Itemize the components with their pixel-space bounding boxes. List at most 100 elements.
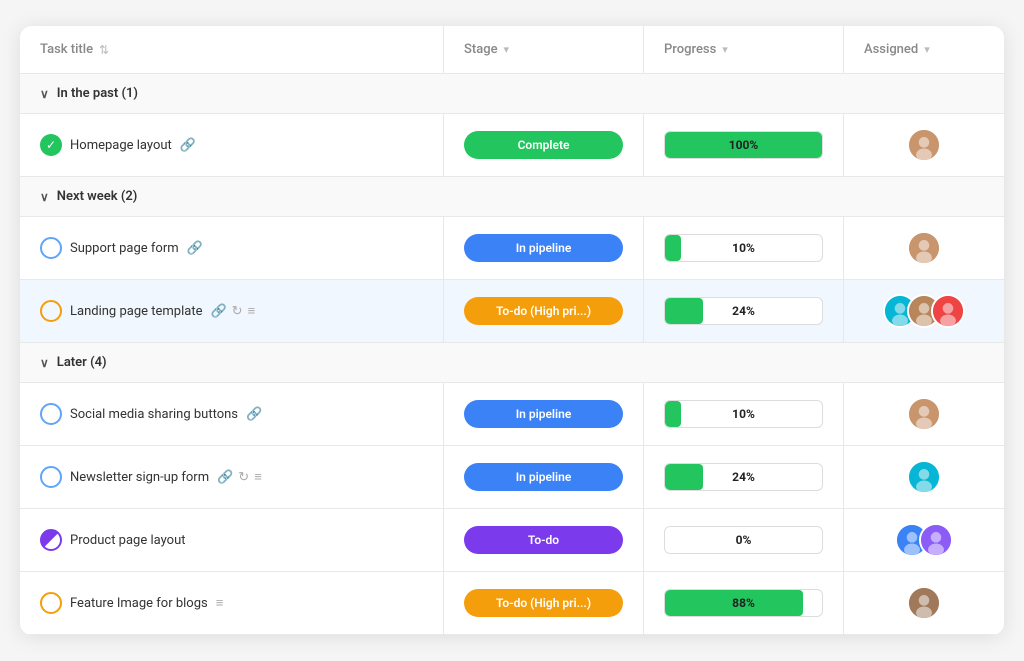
task-title[interactable]: Product page layout	[70, 533, 186, 548]
stage-badge[interactable]: In pipeline	[464, 400, 623, 428]
stage-badge[interactable]: Complete	[464, 131, 623, 159]
link-icon: 🔗	[210, 304, 226, 319]
group-header-later[interactable]: ∨ Later (4)	[20, 343, 1004, 383]
task-status-icon	[40, 237, 62, 259]
avatar	[907, 231, 941, 265]
task-meta-icons: 🔗↻≡	[217, 469, 262, 485]
task-meta-icons: 🔗 ↻ ≡	[210, 303, 255, 319]
task-assigned-cell	[844, 217, 1004, 279]
task-title[interactable]: Newsletter sign-up form	[70, 470, 209, 485]
table-header: Task title ⇅ Stage ▾ Progress ▾ Assigned…	[20, 26, 1004, 74]
task-stage-cell: In pipeline	[444, 383, 644, 445]
refresh-icon: ↻	[238, 470, 249, 485]
task-status-icon	[40, 403, 62, 425]
stage-badge[interactable]: To-do	[464, 526, 623, 554]
task-title-cell: Feature Image for blogs ≡	[20, 572, 444, 634]
group-header-past[interactable]: ∨ In the past (1)	[20, 74, 1004, 114]
col-progress-label: Progress	[664, 42, 716, 57]
progress-bar-track: 100%	[664, 131, 823, 159]
sort-icon: ⇅	[99, 43, 109, 57]
task-title[interactable]: Homepage layout	[70, 138, 172, 153]
progress-dropdown-icon: ▾	[722, 43, 728, 56]
progress-label: 88%	[732, 596, 755, 610]
task-title[interactable]: Social media sharing buttons	[70, 407, 238, 422]
progress-label: 10%	[732, 407, 755, 421]
col-assigned[interactable]: Assigned ▾	[844, 26, 1004, 73]
task-assigned-cell	[844, 114, 1004, 176]
task-title[interactable]: Feature Image for blogs	[70, 596, 208, 611]
assigned-dropdown-icon: ▾	[924, 43, 930, 56]
task-progress-cell: 24%	[644, 446, 844, 508]
progress-bar-track: 24%	[664, 297, 823, 325]
assignees	[907, 586, 941, 620]
task-title-cell: Product page layout	[20, 509, 444, 571]
task-title[interactable]: Support page form	[70, 241, 179, 256]
chevron-icon: ∨	[40, 87, 49, 101]
group-header-next-week[interactable]: ∨ Next week (2)	[20, 177, 1004, 217]
task-table: Task title ⇅ Stage ▾ Progress ▾ Assigned…	[20, 26, 1004, 635]
progress-bar-track: 10%	[664, 234, 823, 262]
task-row: Newsletter sign-up form 🔗↻≡ In pipeline …	[20, 446, 1004, 509]
link-icon: 🔗	[187, 241, 203, 256]
task-row: Support page form 🔗 In pipeline 10%	[20, 217, 1004, 280]
assignees	[907, 460, 941, 494]
task-stage-cell: To-do (High pri...)	[444, 572, 644, 634]
avatar	[907, 128, 941, 162]
task-stage-cell: Complete	[444, 114, 644, 176]
task-meta-icons: 🔗	[187, 241, 203, 256]
task-stage-cell: To-do	[444, 509, 644, 571]
task-status-icon	[40, 592, 62, 614]
avatar	[907, 460, 941, 494]
progress-bar-track: 10%	[664, 400, 823, 428]
task-stage-cell: In pipeline	[444, 446, 644, 508]
col-stage[interactable]: Stage ▾	[444, 26, 644, 73]
progress-bar-track: 88%	[664, 589, 823, 617]
progress-label: 10%	[732, 241, 755, 255]
task-title[interactable]: Landing page template	[70, 304, 202, 319]
col-task-title-label: Task title	[40, 42, 93, 57]
group-label: Later (4)	[57, 355, 107, 370]
task-status-icon	[40, 466, 62, 488]
task-title-cell: Support page form 🔗	[20, 217, 444, 279]
assignees	[907, 397, 941, 431]
group-label: In the past (1)	[57, 86, 138, 101]
col-progress[interactable]: Progress ▾	[644, 26, 844, 73]
task-status-icon: ✓	[40, 134, 62, 156]
task-assigned-cell	[844, 446, 1004, 508]
progress-label: 24%	[732, 304, 755, 318]
task-row: Social media sharing buttons 🔗 In pipeli…	[20, 383, 1004, 446]
stage-badge[interactable]: To-do (High pri...)	[464, 297, 623, 325]
task-assigned-cell	[844, 572, 1004, 634]
list-icon: ≡	[248, 303, 256, 319]
task-progress-cell: 0%	[644, 509, 844, 571]
assignees	[907, 231, 941, 265]
avatar	[907, 586, 941, 620]
stage-badge[interactable]: In pipeline	[464, 234, 623, 262]
task-meta-icons: 🔗	[246, 407, 262, 422]
task-progress-cell: 24%	[644, 280, 844, 342]
task-stage-cell: In pipeline	[444, 217, 644, 279]
task-title-cell: Landing page template 🔗 ↻ ≡	[20, 280, 444, 342]
refresh-icon: ↻	[232, 304, 243, 319]
task-title-cell: ✓ Homepage layout 🔗	[20, 114, 444, 176]
task-row: Landing page template 🔗 ↻ ≡ To-do (High pr…	[20, 280, 1004, 343]
task-assigned-cell	[844, 383, 1004, 445]
assignees	[883, 294, 965, 328]
stage-badge[interactable]: In pipeline	[464, 463, 623, 491]
task-progress-cell: 88%	[644, 572, 844, 634]
task-row: Product page layout To-do 0%	[20, 509, 1004, 572]
progress-bar-track: 0%	[664, 526, 823, 554]
chevron-icon: ∨	[40, 190, 49, 204]
assignees	[895, 523, 953, 557]
task-title-cell: Newsletter sign-up form 🔗↻≡	[20, 446, 444, 508]
task-row: ✓ Homepage layout 🔗 Complete 100%	[20, 114, 1004, 177]
stage-dropdown-icon: ▾	[504, 43, 510, 56]
task-progress-cell: 10%	[644, 383, 844, 445]
col-stage-label: Stage	[464, 42, 498, 57]
task-status-icon	[40, 300, 62, 322]
col-assigned-label: Assigned	[864, 42, 918, 57]
list-icon: ≡	[254, 469, 262, 485]
stage-badge[interactable]: To-do (High pri...)	[464, 589, 623, 617]
chevron-icon: ∨	[40, 356, 49, 370]
col-task-title[interactable]: Task title ⇅	[20, 26, 444, 73]
